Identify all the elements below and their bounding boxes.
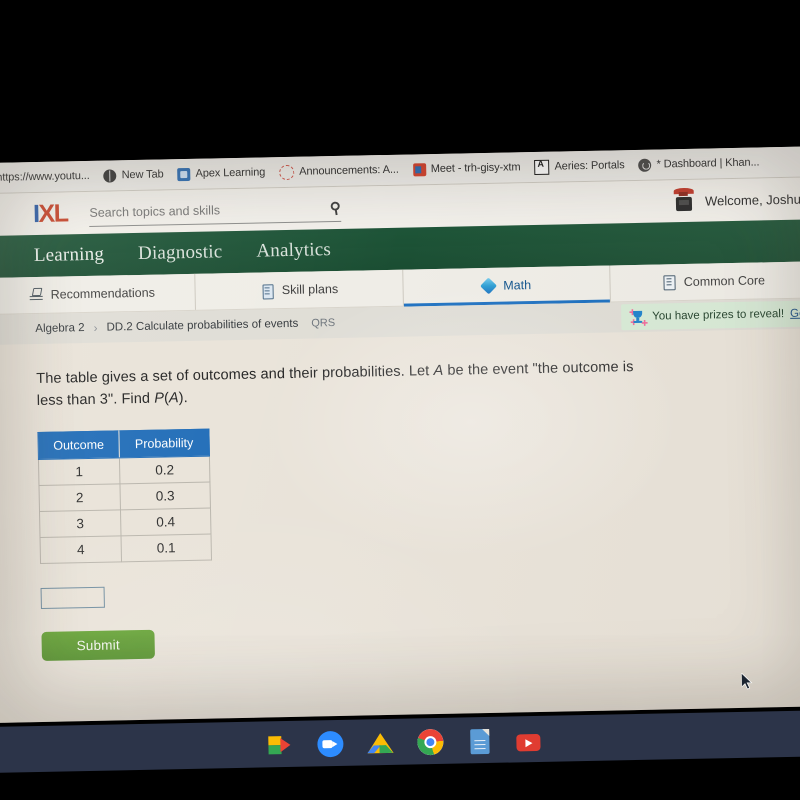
probability-arg-a: A <box>168 390 179 407</box>
photograph-of-laptop-screen: https://www.youtu... New Tab Apex Learni… <box>0 0 800 800</box>
question-area: The table gives a set of outcomes and th… <box>0 328 800 723</box>
bookmark-item-apex-learning[interactable]: Apex Learning <box>177 166 265 181</box>
bookmark-label: Announcements: A... <box>299 163 399 178</box>
aeries-icon <box>534 159 550 175</box>
nav-item-diagnostic[interactable]: Diagnostic <box>138 241 223 265</box>
event-variable-a: A <box>433 362 444 380</box>
tab-label: Common Core <box>683 273 766 290</box>
google-meet-icon[interactable] <box>267 732 294 759</box>
cell-outcome: 1 <box>38 457 120 486</box>
breadcrumb-skill-code: QRS <box>311 317 336 330</box>
khan-icon <box>638 158 652 172</box>
clipboard-icon <box>662 275 677 290</box>
welcome-label: Welcome, Joshu <box>704 191 800 209</box>
table-row: 4 0.1 <box>40 533 212 564</box>
laptop-screen: https://www.youtu... New Tab Apex Learni… <box>0 146 800 723</box>
table-row: 1 0.2 <box>38 456 210 486</box>
question-text-part2: be the event "the outcome is <box>443 359 634 379</box>
column-header-probability: Probability <box>118 429 210 458</box>
bookmark-label: Meet - trh-gisy-xtm <box>430 161 521 176</box>
cell-outcome: 2 <box>38 483 121 512</box>
nav-item-analytics[interactable]: Analytics <box>256 239 331 262</box>
tab-skill-plans[interactable]: Skill plans <box>195 269 404 310</box>
globe-icon <box>103 168 117 183</box>
search-icon[interactable]: ⚲ <box>329 198 343 218</box>
youtube-icon[interactable] <box>515 733 541 751</box>
zoom-icon[interactable] <box>316 730 344 758</box>
cell-probability: 0.2 <box>119 456 210 484</box>
bookmark-item-aeries[interactable]: Aeries: Portals <box>534 158 625 175</box>
cell-outcome: 4 <box>40 535 122 564</box>
submit-button[interactable]: Submit <box>41 629 155 661</box>
tab-label: Recommendations <box>50 285 156 302</box>
trophy-icon: ✚ ✚ ✚ <box>629 307 648 327</box>
table-header-row: Outcome Probability <box>37 429 210 460</box>
bookmark-label: Apex Learning <box>195 166 266 180</box>
apex-icon <box>177 167 191 181</box>
cell-outcome: 3 <box>39 509 121 538</box>
tab-common-core[interactable]: Common Core <box>610 261 800 301</box>
tab-label: Math <box>503 278 532 293</box>
ixl-logo-text: XL <box>38 198 68 228</box>
bookmark-item-new-tab[interactable]: New Tab <box>103 168 164 183</box>
google-drive-icon[interactable] <box>366 730 394 757</box>
search-bar[interactable]: ⚲ <box>89 194 343 227</box>
meet-icon <box>412 162 426 176</box>
bookmark-label: New Tab <box>121 168 164 182</box>
cell-probability: 0.3 <box>119 482 211 510</box>
prize-banner[interactable]: ✚ ✚ ✚ You have prizes to reveal! Go to y <box>620 299 800 331</box>
chevron-right-icon: › <box>93 320 98 335</box>
tab-math[interactable]: Math <box>402 265 611 306</box>
bookmark-item-youtube-url[interactable]: https://www.youtu... <box>0 170 90 184</box>
avatar <box>672 187 697 214</box>
nav-item-learning[interactable]: Learning <box>34 244 105 267</box>
ixl-logo[interactable]: I XL <box>33 198 68 228</box>
chrome-icon[interactable] <box>416 728 444 756</box>
google-docs-icon[interactable] <box>469 728 490 754</box>
paren-close: ). <box>178 390 188 407</box>
mouse-cursor <box>741 672 753 690</box>
question-text-part1: The table gives a set of outcomes and th… <box>36 363 434 388</box>
search-input[interactable] <box>89 201 295 220</box>
tab-recommendations[interactable]: Recommendations <box>0 273 197 314</box>
prize-text: You have prizes to reveal! <box>652 308 785 323</box>
probability-p: P <box>154 390 165 408</box>
question-text: The table gives a set of outcomes and th… <box>36 355 697 413</box>
bookmark-item-khan-dashboard[interactable]: * Dashboard | Khan... <box>638 156 760 172</box>
cell-probability: 0.4 <box>120 508 211 536</box>
user-welcome[interactable]: Welcome, Joshu <box>672 186 800 215</box>
breadcrumb-skill: DD.2 Calculate probabilities of events <box>106 317 299 334</box>
cell-probability: 0.1 <box>120 533 212 562</box>
breadcrumb-course[interactable]: Algebra 2 <box>35 322 84 335</box>
answer-input[interactable] <box>40 586 105 609</box>
table-row: 3 0.4 <box>39 508 211 538</box>
recommendations-icon <box>29 287 44 302</box>
prize-link[interactable]: Go to y <box>790 307 800 320</box>
bookmark-item-meet[interactable]: Meet - trh-gisy-xtm <box>412 161 521 176</box>
column-header-outcome: Outcome <box>37 430 120 460</box>
bookmark-item-announcements[interactable]: Announcements: A... <box>279 162 399 180</box>
probability-table: Outcome Probability 1 0.2 2 0.3 3 0.4 4 … <box>37 429 212 564</box>
table-row: 2 0.3 <box>38 482 211 512</box>
bookmark-label: Aeries: Portals <box>554 159 625 173</box>
announcements-icon <box>279 164 295 180</box>
bookmark-label: * Dashboard | Khan... <box>656 156 760 171</box>
skill-plans-icon <box>260 283 275 298</box>
tab-label: Skill plans <box>281 281 339 298</box>
math-diamond-icon <box>481 278 496 293</box>
question-text-part3: less than 3". Find <box>36 391 155 410</box>
bookmark-label: https://www.youtu... <box>0 169 90 184</box>
